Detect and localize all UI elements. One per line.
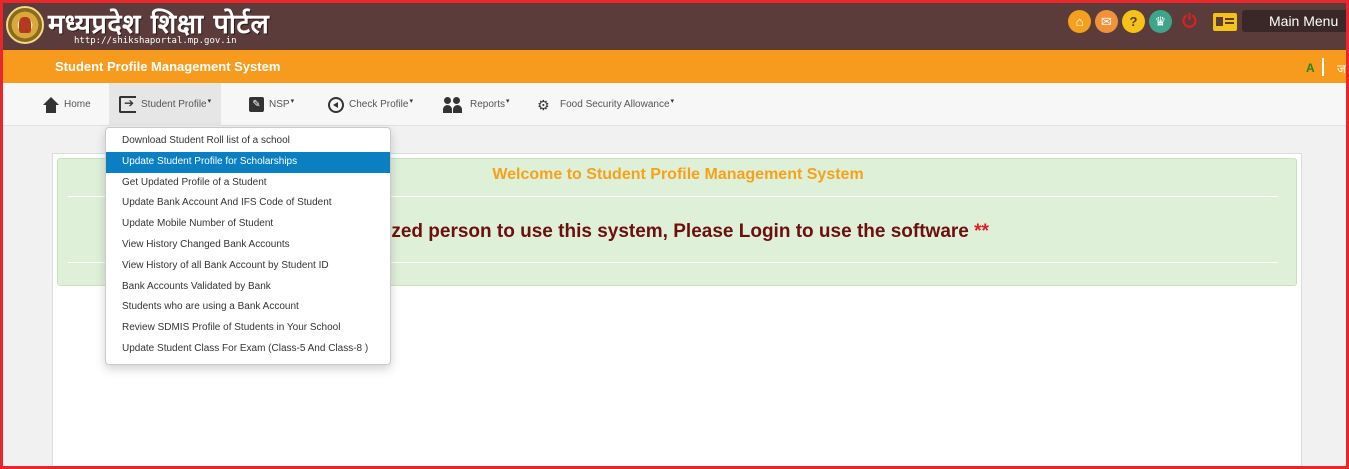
bar-divider [1322, 58, 1324, 76]
menu-item-history-changed-bank[interactable]: View History Changed Bank Accounts [106, 235, 390, 256]
nav-food-security-label: Food Security Allowance [560, 99, 670, 110]
menu-item-update-bank-account[interactable]: Update Bank Account And IFS Code of Stud… [106, 193, 390, 214]
menu-item-review-sdmis[interactable]: Review SDMIS Profile of Students in Your… [106, 318, 390, 339]
menu-item-update-profile-scholarships[interactable]: Update Student Profile for Scholarships [106, 151, 390, 173]
portal-url: http://shikshaportal.mp.gov.in [74, 36, 237, 46]
caret-down-icon: ▾ [290, 97, 295, 105]
nav-student-profile[interactable]: Student Profile ▾ [109, 83, 222, 126]
caret-down-icon: ▾ [409, 97, 413, 105]
login-message-stars: ** [974, 221, 989, 242]
circle-arrow-icon [328, 96, 344, 113]
top-header: मध्यप्रदेश शिक्षा पोर्टल http://shikshap… [0, 0, 1349, 50]
mail-icon[interactable]: ✉ [1095, 10, 1118, 33]
cogs-icon: ⚙ [537, 96, 550, 113]
nav-student-profile-label: Student Profile [141, 99, 207, 110]
mp-emblem-logo[interactable] [6, 6, 44, 44]
main-menu-button[interactable]: Main Menu [1242, 10, 1349, 32]
caret-down-icon: ▾ [207, 97, 212, 105]
menu-item-students-using-account[interactable]: Students who are using a Bank Account [106, 297, 390, 318]
power-icon[interactable]: ⏻ [1178, 10, 1201, 33]
caret-down-icon: ▾ [670, 97, 675, 105]
main-navbar: Home Student Profile ▾ ✎ NSP ▾ Check Pro… [0, 83, 1349, 126]
menu-item-download-roll-list[interactable]: Download Student Roll list of a school [106, 131, 390, 152]
sign-in-icon [119, 96, 136, 113]
menu-item-history-all-bank[interactable]: View History of all Bank Account by Stud… [106, 256, 390, 277]
nav-nsp[interactable]: ✎ NSP ▾ [249, 83, 294, 126]
users-icon [443, 96, 465, 113]
help-icon[interactable]: ? [1122, 10, 1145, 33]
nav-food-security[interactable]: ⚙ Food Security Allowance ▾ [537, 83, 674, 126]
menu-item-update-mobile-number[interactable]: Update Mobile Number of Student [106, 214, 390, 235]
caret-down-icon: ▾ [506, 97, 510, 105]
menu-item-accounts-validated[interactable]: Bank Accounts Validated by Bank [106, 277, 390, 298]
edit-icon: ✎ [249, 97, 264, 112]
system-title: Student Profile Management System [55, 59, 281, 74]
home-icon[interactable]: ⌂ [1068, 10, 1091, 33]
nav-home-label: Home [64, 99, 91, 110]
menu-item-get-updated-profile[interactable]: Get Updated Profile of a Student [106, 173, 390, 194]
login-message-text: orized person to use this system, Please… [367, 221, 969, 242]
language-toggle[interactable]: ज [1337, 60, 1346, 77]
trophy-icon[interactable]: ♛ [1149, 10, 1172, 33]
nav-check-profile[interactable]: Check Profile ▾ [328, 83, 413, 126]
nav-reports[interactable]: Reports ▾ [443, 83, 510, 126]
home-icon [43, 96, 59, 113]
student-profile-dropdown: Download Student Roll list of a school U… [105, 127, 391, 365]
nav-home[interactable]: Home [43, 83, 91, 126]
nav-nsp-label: NSP [269, 99, 290, 110]
header-icon-bar: ⌂ ✉ ? ♛ ⏻ [1068, 10, 1241, 33]
nav-reports-label: Reports [470, 99, 506, 110]
system-title-bar: Student Profile Management System A ज [0, 50, 1349, 83]
nav-check-profile-label: Check Profile [349, 99, 409, 110]
font-size-toggle[interactable]: A [1306, 61, 1315, 75]
menu-item-update-class-exam[interactable]: Update Student Class For Exam (Class-5 A… [106, 339, 390, 360]
id-card-icon[interactable] [1213, 12, 1237, 31]
